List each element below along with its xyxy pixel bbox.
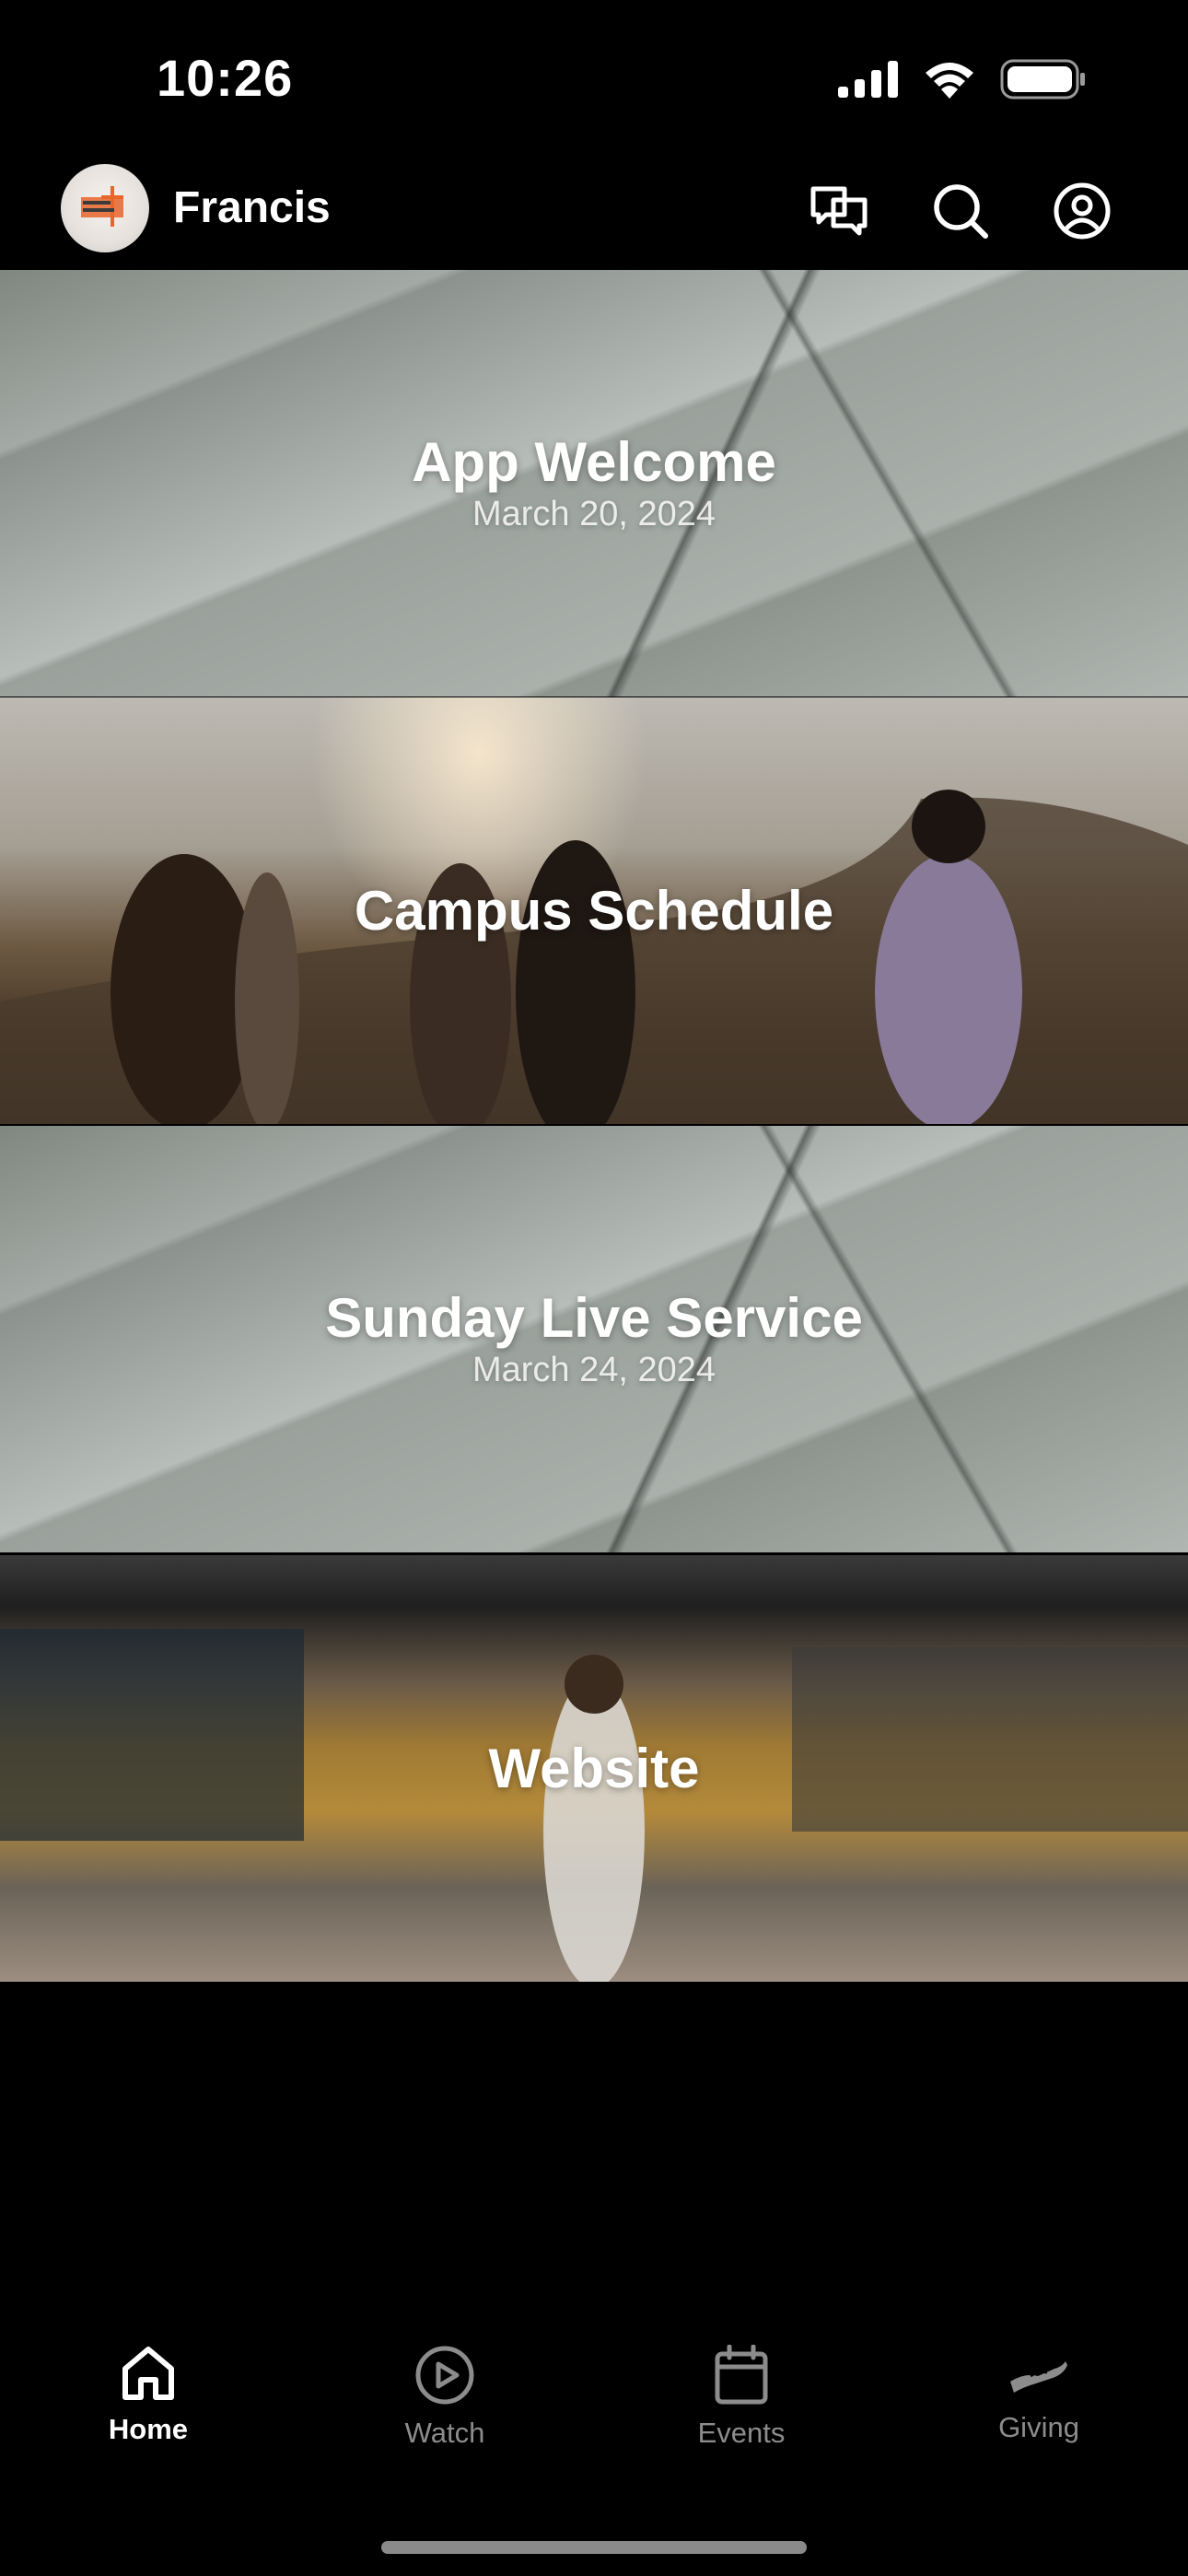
tab-label: Giving (998, 2411, 1079, 2443)
church-logo-icon (81, 186, 123, 227)
calendar-icon (715, 2345, 768, 2405)
card-title: Campus Schedule (354, 880, 834, 942)
status-icons (838, 59, 1087, 104)
profile-icon (1054, 182, 1111, 240)
card-title: Sunday Live Service (325, 1286, 863, 1349)
profile-button[interactable] (1050, 179, 1114, 243)
card-date: March 20, 2024 (472, 494, 716, 533)
giving-hand-icon (1010, 2361, 1067, 2393)
card-title: App Welcome (412, 430, 776, 493)
home-icon (122, 2347, 174, 2400)
feed-card-app-welcome[interactable]: App Welcome March 20, 2024 (0, 270, 1188, 697)
play-circle-icon (415, 2346, 474, 2405)
chat-icon (810, 186, 868, 236)
status-time: 10:26 (157, 49, 294, 107)
card-title: Website (488, 1738, 700, 1799)
cellular-signal-icon (838, 61, 899, 102)
feed-card-campus-schedule[interactable]: Campus Schedule (0, 697, 1188, 1124)
bottom-tab-bar: Home Watch Events Giving (0, 2345, 1188, 2511)
tab-watch[interactable]: Watch (353, 2345, 537, 2450)
chat-button[interactable] (807, 179, 871, 243)
avatar[interactable] (61, 164, 149, 252)
feed-card-sunday-live-service[interactable]: Sunday Live Service March 24, 2024 (0, 1126, 1188, 1552)
search-icon (934, 184, 988, 239)
app-header: Francis (0, 157, 1188, 269)
card-date: March 24, 2024 (472, 1350, 716, 1389)
tab-giving[interactable]: Giving (947, 2345, 1131, 2444)
header-actions (807, 179, 1114, 243)
battery-icon (1000, 59, 1087, 104)
tab-label: Events (697, 2417, 786, 2449)
wifi-icon (923, 60, 976, 103)
header-title: Francis (173, 183, 331, 232)
home-indicator[interactable] (381, 2541, 807, 2554)
feed-card-website[interactable]: Website (0, 1555, 1188, 1982)
tab-label: Watch (404, 2417, 485, 2449)
tab-label: Home (108, 2413, 189, 2445)
tab-home[interactable]: Home (56, 2345, 240, 2446)
tab-events[interactable]: Events (649, 2345, 833, 2450)
search-button[interactable] (928, 179, 993, 243)
status-bar: 10:26 (0, 0, 1188, 157)
